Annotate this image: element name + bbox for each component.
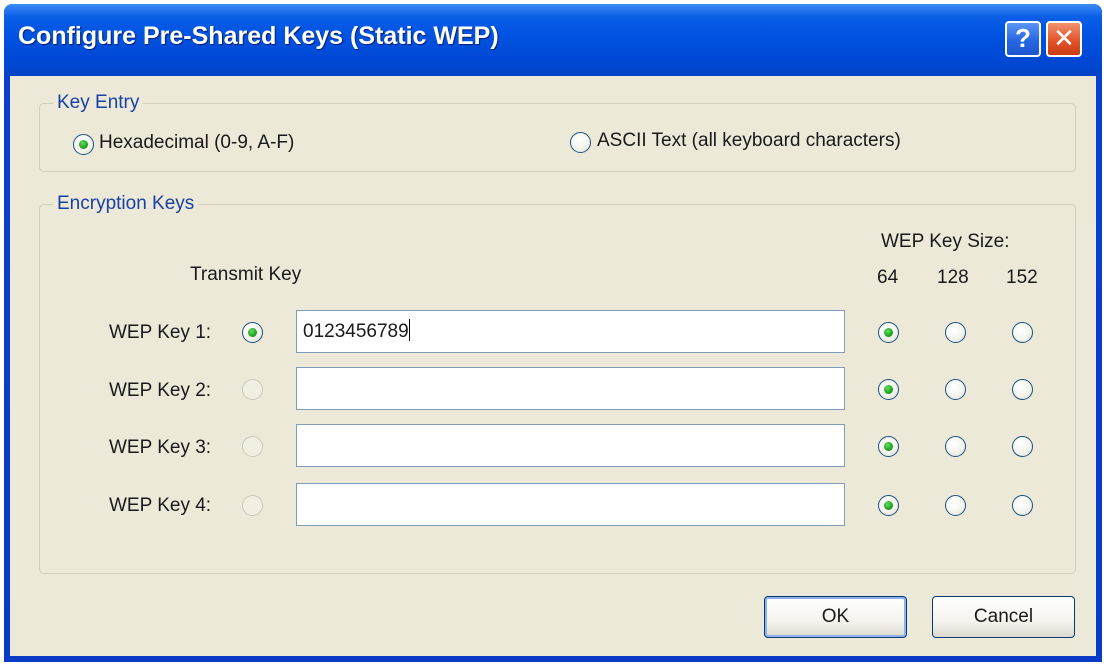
wep-key-2-transmit-radio (242, 379, 263, 400)
wep-key-1-size-128-radio[interactable] (945, 322, 966, 343)
wep-key-3-label: WEP Key 3: (109, 437, 212, 458)
close-icon: ✕ (1053, 23, 1075, 53)
wep-key-3-size-152-radio[interactable] (1012, 436, 1033, 457)
dialog-title: Configure Pre-Shared Keys (Static WEP) (18, 22, 499, 50)
wep-key-1-size-64-radio[interactable] (878, 322, 899, 343)
wep-key-2-size-64-radio[interactable] (878, 379, 899, 400)
wep-key-2-input[interactable] (296, 367, 845, 410)
help-button[interactable]: ? (1005, 21, 1041, 57)
hexadecimal-radio[interactable] (73, 134, 94, 155)
size-152-header: 152 (1006, 267, 1038, 288)
wep-key-1-value: 0123456789 (303, 321, 409, 342)
wep-key-2-size-152-radio[interactable] (1012, 379, 1033, 400)
wep-key-4-label: WEP Key 4: (109, 495, 212, 516)
encryption-keys-legend: Encryption Keys (53, 193, 199, 215)
wep-key-3-size-64-radio[interactable] (878, 436, 899, 457)
wep-key-1-size-152-radio[interactable] (1012, 322, 1033, 343)
ok-button[interactable]: OK (764, 596, 907, 638)
transmit-key-header: Transmit Key (190, 264, 302, 285)
wep-key-4-size-64-radio[interactable] (878, 495, 899, 516)
wep-key-3-size-128-radio[interactable] (945, 436, 966, 457)
text-caret (408, 319, 410, 341)
wep-key-1-input[interactable]: 0123456789 (296, 310, 845, 353)
ascii-text-radio[interactable] (570, 132, 591, 153)
wep-key-2-label: WEP Key 2: (109, 380, 212, 401)
title-bar[interactable]: Configure Pre-Shared Keys (Static WEP) ?… (4, 4, 1102, 76)
wep-key-3-input[interactable] (296, 424, 845, 467)
size-128-header: 128 (937, 267, 969, 288)
close-button[interactable]: ✕ (1046, 21, 1082, 57)
wep-key-3-transmit-radio (242, 436, 263, 457)
dialog-window: Configure Pre-Shared Keys (Static WEP) ?… (4, 4, 1102, 662)
ascii-text-label[interactable]: ASCII Text (all keyboard characters) (597, 130, 901, 152)
wep-key-4-transmit-radio (242, 495, 263, 516)
help-icon: ? (1015, 23, 1031, 53)
size-64-header: 64 (877, 267, 899, 288)
hexadecimal-label[interactable]: Hexadecimal (0-9, A-F) (99, 132, 294, 154)
wep-key-1-label: WEP Key 1: (109, 322, 212, 343)
dialog-body: Key Entry Hexadecimal (0-9, A-F) ASCII T… (10, 76, 1096, 656)
wep-key-4-size-152-radio[interactable] (1012, 495, 1033, 516)
wep-key-4-input[interactable] (296, 483, 845, 526)
wep-key-1-transmit-radio[interactable] (242, 322, 263, 343)
wep-key-4-size-128-radio[interactable] (945, 495, 966, 516)
wep-key-size-header: WEP Key Size: (881, 231, 1010, 252)
key-entry-legend: Key Entry (53, 92, 144, 114)
cancel-button[interactable]: Cancel (932, 596, 1075, 638)
wep-key-2-size-128-radio[interactable] (945, 379, 966, 400)
